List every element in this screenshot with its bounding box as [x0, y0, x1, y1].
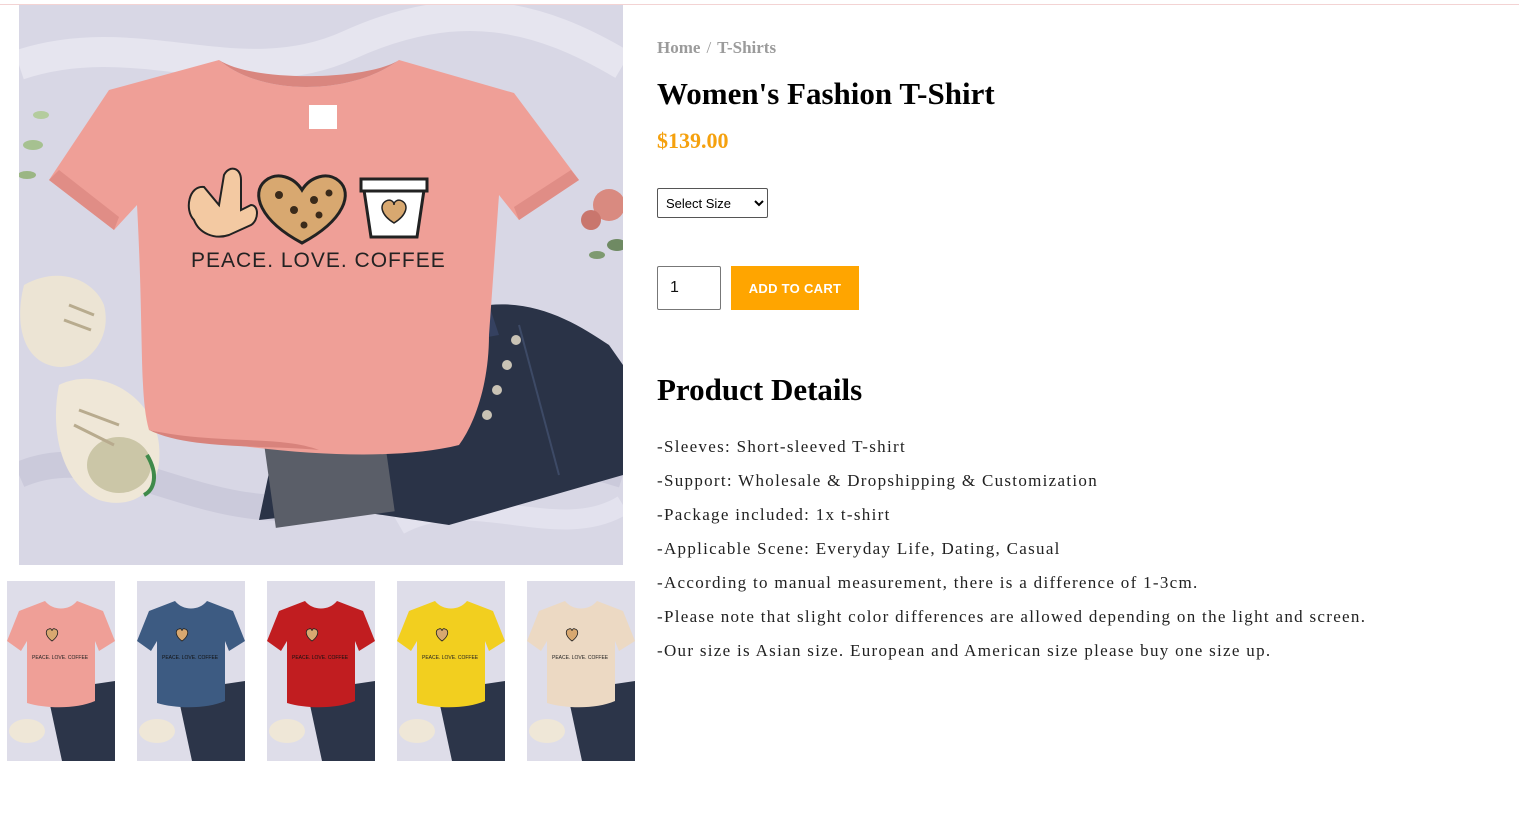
svg-text:PEACE. LOVE. COFFEE: PEACE. LOVE. COFFEE	[32, 655, 89, 661]
main-product-image[interactable]: PEACE. LOVE. COFFEE	[19, 5, 623, 565]
detail-item: -Please note that slight color differenc…	[657, 607, 1367, 626]
add-to-cart-button[interactable]: ADD TO CART	[731, 266, 859, 310]
product-details-list: -Sleeves: Short-sleeved T-shirt -Support…	[657, 436, 1497, 674]
svg-text:PEACE. LOVE. COFFEE: PEACE. LOVE. COFFEE	[292, 655, 349, 661]
breadcrumb-category-link[interactable]: T-Shirts	[717, 38, 776, 57]
detail-item: -Support: Wholesale & Dropshipping & Cus…	[657, 471, 1099, 490]
product-details-heading: Product Details	[657, 372, 863, 407]
detail-item: -Applicable Scene: Everyday Life, Dating…	[657, 539, 1061, 558]
breadcrumb-home-link[interactable]: Home	[657, 38, 700, 57]
thumbnail-yellow[interactable]: PEACE. LOVE. COFFEE	[397, 581, 505, 761]
shirt-print-text: PEACE. LOVE. COFFEE	[191, 249, 446, 272]
svg-text:PEACE. LOVE. COFFEE: PEACE. LOVE. COFFEE	[422, 655, 479, 661]
svg-text:PEACE. LOVE. COFFEE: PEACE. LOVE. COFFEE	[552, 655, 609, 661]
thumbnail-cream[interactable]: PEACE. LOVE. COFFEE	[527, 581, 635, 761]
thumbnail-red[interactable]: PEACE. LOVE. COFFEE	[267, 581, 375, 761]
detail-item: -Our size is Asian size. European and Am…	[657, 641, 1272, 660]
quantity-input[interactable]	[657, 266, 721, 310]
thumbnail-navy[interactable]: PEACE. LOVE. COFFEE	[137, 581, 245, 761]
svg-text:PEACE. LOVE. COFFEE: PEACE. LOVE. COFFEE	[162, 655, 219, 661]
detail-item: -According to manual measurement, there …	[657, 573, 1199, 592]
size-select[interactable]: Select Size	[657, 188, 768, 218]
detail-item: -Sleeves: Short-sleeved T-shirt	[657, 437, 906, 456]
product-title: Women's Fashion T-Shirt	[657, 76, 995, 111]
breadcrumb: Home / T-Shirts	[657, 38, 776, 58]
product-price: $139.00	[657, 128, 729, 153]
thumbnail-pink[interactable]: PEACE. LOVE. COFFEE	[7, 581, 115, 761]
breadcrumb-separator: /	[706, 38, 712, 57]
detail-item: -Package included: 1x t-shirt	[657, 505, 891, 524]
